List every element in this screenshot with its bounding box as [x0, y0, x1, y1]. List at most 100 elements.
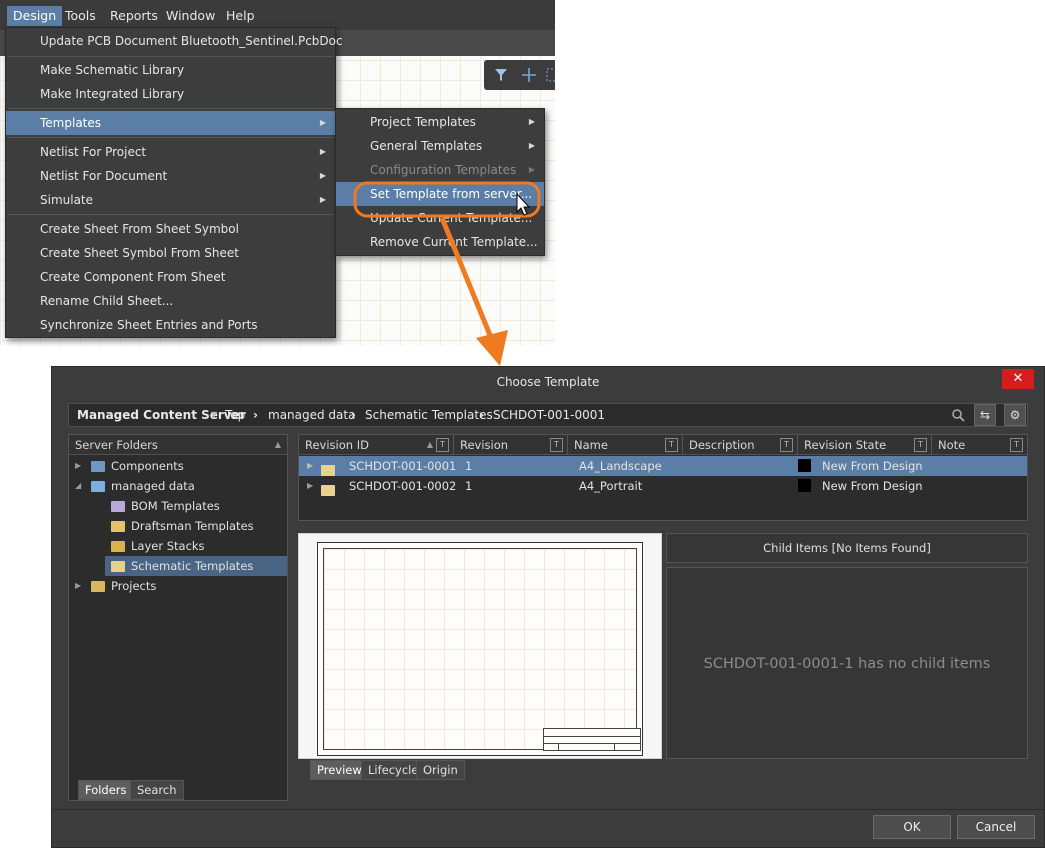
title-block-line	[544, 736, 640, 737]
tree-item-row: BOM Templates	[111, 496, 220, 516]
column-filter-icon[interactable]: T	[1010, 438, 1023, 452]
child-items-header: Child Items [No Items Found]	[666, 533, 1028, 563]
cell-revision-state: New From Design	[822, 459, 923, 473]
column-revision-id[interactable]: Revision ID ▲ T	[299, 435, 454, 455]
choose-template-dialog: Choose Template ✕ Managed Content Server…	[51, 366, 1045, 848]
refresh-icon[interactable]: ⇆	[974, 404, 996, 426]
title-block	[543, 728, 641, 751]
footer-divider	[52, 809, 1044, 810]
cell-revision-id: SCHDOT-001-0001	[349, 459, 457, 473]
tab-preview[interactable]: Preview	[310, 760, 369, 780]
server-selector[interactable]: Managed Content Server	[77, 404, 246, 426]
column-filter-icon[interactable]: T	[665, 438, 678, 452]
column-revision[interactable]: Revision T	[454, 435, 568, 455]
expand-arrow-icon[interactable]: ▶	[307, 456, 313, 476]
state-color-swatch	[798, 479, 811, 492]
cell-revision-id: SCHDOT-001-0002	[349, 479, 457, 493]
cell-name: A4_Landscape	[579, 459, 662, 473]
chevron-down-icon[interactable]: ▼	[211, 404, 217, 426]
server-folders-title: Server Folders	[75, 438, 158, 452]
column-revision-state[interactable]: Revision State T	[798, 435, 932, 455]
folder-icon	[91, 481, 105, 492]
expand-arrow-icon[interactable]: ▶	[307, 476, 313, 496]
state-color-swatch	[798, 459, 811, 472]
schematic-template-icon	[321, 465, 335, 476]
column-label: Revision State	[804, 438, 887, 452]
tree-item-label: Projects	[111, 579, 157, 593]
tree-item-components[interactable]: ▶ Components	[69, 456, 287, 476]
tree-item-schematic-templates[interactable]: Schematic Templates	[105, 556, 287, 576]
schematic-sheet-thumbnail	[317, 542, 643, 756]
table-row[interactable]: ▶ SCHDOT-001-0001 1 A4_Landscape New Fro…	[299, 456, 1027, 476]
cell-revision: 1	[465, 479, 473, 493]
title-block-line	[558, 743, 559, 751]
tree-item-label: Schematic Templates	[131, 559, 254, 573]
table-row[interactable]: ▶ SCHDOT-001-0002 1 A4_Portrait New From…	[299, 476, 1027, 496]
cancel-button[interactable]: Cancel	[957, 815, 1035, 839]
expand-arrow-icon[interactable]: ▶	[75, 576, 81, 596]
column-filter-icon[interactable]: T	[550, 438, 563, 452]
server-folders-header: Server Folders ▲	[69, 435, 287, 455]
column-label: Description	[689, 438, 755, 452]
projects-folder-icon	[91, 581, 105, 592]
tree-item-label: BOM Templates	[131, 499, 220, 513]
ok-button[interactable]: OK	[873, 815, 951, 839]
close-icon[interactable]: ✕	[1002, 369, 1034, 389]
column-filter-icon[interactable]: T	[780, 438, 793, 452]
tree-item-label: Components	[111, 459, 184, 473]
callout-arrow-head	[476, 330, 508, 366]
search-icon[interactable]	[951, 408, 965, 422]
breadcrumb-schematic-templates[interactable]: Schematic Templates	[365, 404, 493, 426]
sheet-drawing-area	[323, 548, 641, 751]
column-filter-icon[interactable]: T	[436, 438, 449, 452]
column-label: Revision	[460, 438, 509, 452]
tree-item-bom-templates[interactable]: BOM Templates	[69, 496, 287, 516]
tree-item-projects[interactable]: ▶ Projects	[69, 576, 287, 596]
table-header: Revision ID ▲ T Revision T Name T Descriptio…	[299, 435, 1027, 455]
callout-highlight-ring	[353, 181, 541, 218]
schematic-template-icon	[111, 561, 125, 572]
breadcrumb-separator-icon: ›	[479, 408, 484, 422]
column-label: Note	[938, 438, 966, 452]
breadcrumb-top[interactable]: Top	[225, 404, 245, 426]
sort-arrow-icon: ▲	[426, 440, 433, 449]
tree-item-draftsman-templates[interactable]: Draftsman Templates	[69, 516, 287, 536]
column-description[interactable]: Description T	[683, 435, 798, 455]
sort-arrow-icon: ▲	[274, 440, 281, 449]
tab-folders[interactable]: Folders	[78, 780, 134, 800]
bom-template-icon	[111, 501, 125, 512]
mouse-cursor-icon	[516, 192, 531, 216]
column-note[interactable]: Note T	[932, 435, 1027, 455]
template-preview	[298, 533, 662, 759]
column-label: Name	[574, 438, 608, 452]
layer-stack-icon	[111, 541, 125, 552]
cell-revision: 1	[465, 459, 473, 473]
tab-origin[interactable]: Origin	[416, 760, 465, 780]
breadcrumb-current[interactable]: SCHDOT-001-0001	[493, 404, 605, 426]
child-items-empty-message: SCHDOT-001-0001-1 has no child items	[666, 567, 1028, 759]
tree-item-label: managed data	[111, 479, 195, 493]
tree-item-row: Schematic Templates	[111, 556, 253, 576]
tab-search[interactable]: Search	[130, 780, 184, 800]
column-label: Revision ID	[305, 438, 369, 452]
tree-item-row: Layer Stacks	[111, 536, 205, 556]
expand-arrow-icon[interactable]: ▶	[75, 456, 81, 476]
column-name[interactable]: Name T	[568, 435, 683, 455]
tree-item-row: Draftsman Templates	[111, 516, 254, 536]
draftsman-template-icon	[111, 521, 125, 532]
tree-item-row: managed data	[91, 476, 195, 496]
breadcrumb-separator-icon: ›	[351, 408, 356, 422]
cell-revision-state: New From Design	[822, 479, 923, 493]
tree-item-layer-stacks[interactable]: Layer Stacks	[69, 536, 287, 556]
gear-icon[interactable]: ⚙	[1004, 404, 1026, 426]
tree-item-label: Layer Stacks	[131, 539, 205, 553]
schematic-template-icon	[321, 485, 335, 496]
column-filter-icon[interactable]: T	[914, 438, 927, 452]
breadcrumb-bar: Managed Content Server ▼ Top › managed d…	[68, 403, 1028, 427]
breadcrumb-separator-icon: ›	[253, 408, 258, 422]
tree-item-managed-data[interactable]: ◢ managed data	[69, 476, 287, 496]
server-folders-panel: Server Folders ▲ ▶ Components ◢ managed …	[68, 434, 288, 801]
callout-arrow-line	[439, 217, 495, 341]
breadcrumb-managed-data[interactable]: managed data	[268, 404, 355, 426]
collapse-arrow-icon[interactable]: ◢	[75, 476, 81, 496]
